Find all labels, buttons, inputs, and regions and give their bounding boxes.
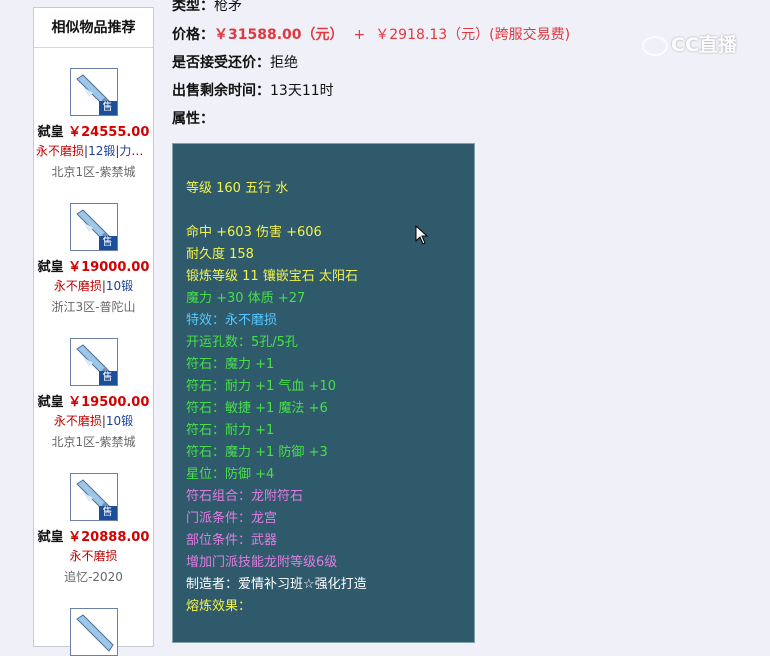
item-price: ￥19000.00: [68, 260, 150, 275]
attr-line: 开运孔数：5孔/5孔: [186, 335, 298, 350]
attr-line: 魔力 +30 体质 +27: [186, 291, 306, 306]
item-server: 北京1区-紫禁城: [51, 165, 136, 179]
attr-line: 制造者：爱情补习班☆强化打造: [186, 577, 367, 592]
spear-icon: [75, 614, 114, 652]
item-seller: 弑皇: [37, 395, 64, 410]
price-label: 价格：: [172, 27, 214, 43]
attr-line: 符石：敏捷 +1 魔法 +6: [186, 401, 328, 416]
attr-line: 符石：魔力 +1: [186, 357, 275, 372]
attr-line: 门派条件：龙宫: [186, 511, 278, 526]
item-thumbnail[interactable]: [69, 608, 118, 656]
attr-line: 特效：永不磨损: [186, 313, 278, 328]
type-label: 类型：: [172, 0, 214, 14]
similar-item[interactable]: 售 弑皇 ￥19500.00 永不磨损|10锻 北京1区-紫禁城: [34, 338, 153, 450]
attr-line: 命中 +603 伤害 +606: [186, 225, 322, 240]
similar-item[interactable]: 售 弑皇 ￥19000.00 永不磨损|10锻 浙江3区-普陀山: [34, 203, 153, 315]
attr-line: 符石：耐力 +1 气血 +10: [186, 379, 336, 394]
time-label: 出售剩余时间：: [172, 83, 270, 99]
attribute-panel: 等级 160 五行 水 命中 +603 伤害 +606 耐久度 158 锻炼等级…: [172, 143, 475, 643]
bargain-label: 是否接受还价：: [172, 55, 270, 71]
attr-line: 熔炼效果：: [186, 599, 252, 614]
attr-line: 增加门派技能龙附等级6级: [186, 555, 338, 570]
sell-tag: 售: [98, 236, 117, 250]
cc-logo-icon: [642, 35, 668, 56]
price-row: 价格：￥31588.00（元） + ￥2918.13（元）(跨服交易费): [172, 24, 570, 44]
item-price: ￥24555.00: [68, 125, 150, 140]
attr-line: 符石组合：龙附符石: [186, 489, 304, 504]
item-seller: 弑皇: [37, 530, 64, 545]
item-attr: 永不磨损: [36, 144, 85, 158]
attr-line: 符石：耐力 +1: [186, 423, 275, 438]
plus-sign: +: [353, 27, 366, 43]
cc-live-watermark: CC直播: [642, 30, 737, 57]
sell-tag: 售: [98, 371, 117, 385]
mouse-cursor-icon: [415, 225, 429, 245]
item-attr: 永不磨损: [69, 549, 118, 563]
item-thumbnail[interactable]: 售: [69, 203, 118, 251]
attr-line: 符石：魔力 +1 防御 +3: [186, 445, 328, 460]
item-price: ￥19500.00: [68, 395, 150, 410]
similar-items-sidebar: 相似物品推荐 售 弑皇 ￥24555.00 永不磨损|12锻|力耐… 北京1区-…: [33, 7, 154, 656]
item-seller: 弑皇: [37, 125, 64, 140]
attr-line: 耐久度 158: [186, 247, 254, 262]
item-attr: 永不磨损: [53, 414, 102, 428]
sidebar-title: 相似物品推荐: [34, 8, 153, 48]
item-attr: 永不磨损: [53, 279, 102, 293]
similar-item[interactable]: 售 弑皇 ￥24555.00 永不磨损|12锻|力耐… 北京1区-紫禁城: [34, 68, 153, 180]
item-thumbnail[interactable]: 售: [69, 338, 118, 386]
similar-item[interactable]: [34, 608, 153, 656]
type-row: 类型：枪矛: [172, 0, 242, 15]
sell-tag: 售: [98, 506, 117, 520]
attr-line: 星位：防御 +4: [186, 467, 275, 482]
attr-line: 部位条件：武器: [186, 533, 278, 548]
price-value: ￥31588.00（元）: [214, 27, 344, 43]
time-value: 13天11时: [270, 83, 334, 99]
item-price: ￥20888.00: [68, 530, 150, 545]
cross-server-fee: ￥2918.13（元）(跨服交易费): [375, 27, 571, 43]
item-thumbnail[interactable]: 售: [69, 473, 118, 521]
item-server: 追忆-2020: [64, 570, 123, 584]
time-row: 出售剩余时间：13天11时: [172, 80, 334, 100]
type-value: 枪矛: [214, 0, 242, 14]
attribute-row: 属性：: [172, 108, 214, 128]
attr-line: 等级 160 五行 水: [186, 181, 289, 196]
bargain-value: 拒绝: [270, 55, 298, 71]
item-server: 浙江3区-普陀山: [51, 300, 136, 314]
item-thumbnail[interactable]: 售: [69, 68, 118, 116]
similar-item[interactable]: 售 弑皇 ￥20888.00 永不磨损 追忆-2020: [34, 473, 153, 585]
item-server: 北京1区-紫禁城: [51, 435, 136, 449]
sell-tag: 售: [98, 101, 117, 115]
attribute-label: 属性：: [172, 111, 214, 127]
item-seller: 弑皇: [37, 260, 64, 275]
bargain-row: 是否接受还价：拒绝: [172, 52, 298, 72]
attr-line: 锻炼等级 11 镶嵌宝石 太阳石: [186, 269, 358, 284]
